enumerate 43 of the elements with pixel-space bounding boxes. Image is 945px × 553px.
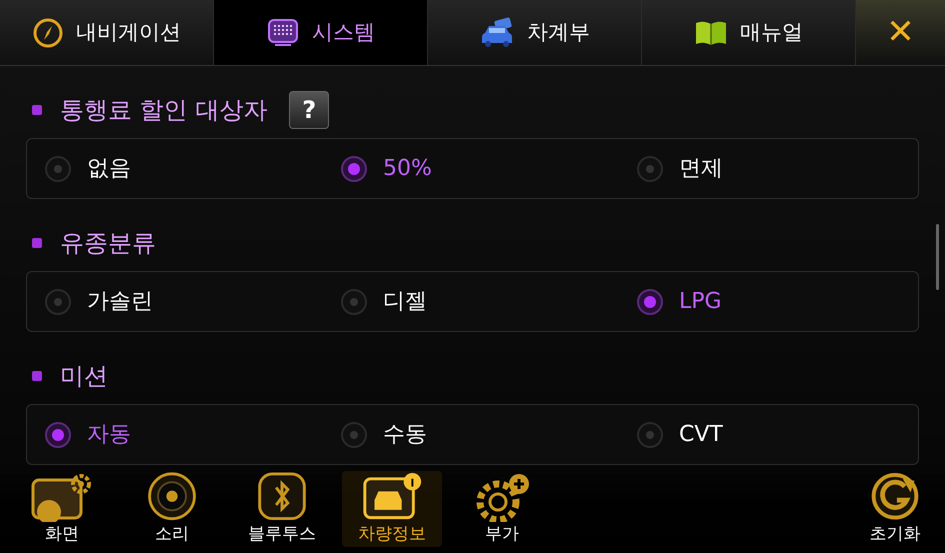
bluetooth-icon [256, 471, 308, 522]
speaker-icon [145, 471, 199, 522]
radio-button[interactable] [637, 156, 663, 182]
dock-button[interactable]: 차량정보 [342, 471, 442, 547]
dock-button[interactable]: 화면 [12, 471, 112, 547]
section-title: 미션 [60, 361, 108, 392]
section-title: 통행료 할인 대상자 [60, 95, 268, 126]
tab[interactable]: 시스템 [214, 0, 428, 65]
radio-button[interactable] [637, 422, 663, 448]
radio-button[interactable] [341, 422, 367, 448]
help-button[interactable]: ? [289, 91, 330, 129]
car-info-icon [361, 471, 423, 522]
radio-button[interactable] [341, 288, 367, 314]
gear-screen-icon [31, 472, 93, 522]
section-title: 유종분류 [60, 228, 156, 259]
radio-button[interactable] [637, 288, 663, 314]
radio-button[interactable] [45, 422, 71, 448]
radio-option[interactable]: 면제 [619, 152, 915, 185]
radio-option[interactable]: 없음 [27, 152, 323, 185]
radio-option[interactable]: 수동 [323, 418, 619, 451]
radio-button[interactable] [45, 288, 71, 314]
radio-option[interactable]: 자동 [27, 418, 323, 451]
scrollbar[interactable] [936, 224, 939, 290]
radio-option[interactable]: 50% [323, 152, 619, 185]
radio-option[interactable]: 디젤 [323, 285, 619, 318]
dock-button[interactable]: 블루투스 [232, 471, 332, 547]
radio-option[interactable]: CVT [619, 418, 915, 451]
reset-button[interactable]: 초기화 [855, 471, 935, 547]
bullet-icon [32, 238, 42, 248]
tab[interactable]: 내비게이션 [0, 0, 214, 65]
tab[interactable]: 매뉴얼 [642, 0, 856, 65]
radio-option[interactable]: LPG [619, 285, 915, 318]
bullet-icon [32, 371, 42, 381]
radio-button[interactable] [341, 156, 367, 182]
car-icon [479, 16, 515, 48]
bullet-icon [32, 105, 42, 115]
keypad-icon [266, 16, 300, 48]
radio-option[interactable]: 가솔린 [27, 285, 323, 318]
compass-icon [32, 16, 64, 48]
radio-button[interactable] [45, 156, 71, 182]
dock-button[interactable]: 부가 [452, 471, 552, 547]
tab[interactable]: 차계부 [428, 0, 642, 65]
dock-button[interactable]: 소리 [122, 471, 222, 547]
